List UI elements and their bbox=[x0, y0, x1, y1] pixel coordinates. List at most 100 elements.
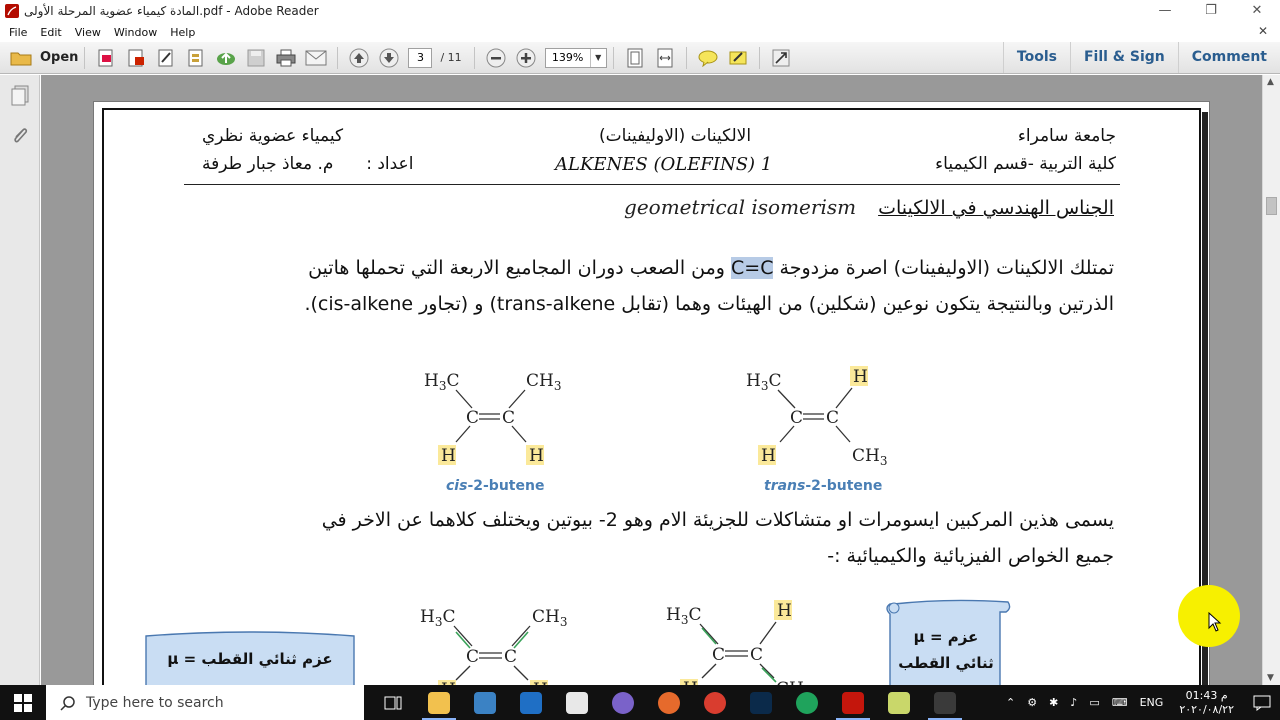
toolbar-right-links: Tools Fill & Sign Comment bbox=[1002, 42, 1280, 73]
paragraph-1-line-1: تمتلك الالكينات (الاوليفينات) اصرة مزدوج… bbox=[234, 250, 1114, 286]
store-icon[interactable] bbox=[462, 685, 508, 720]
zoom-in-icon[interactable] bbox=[514, 47, 538, 69]
previous-page-icon[interactable] bbox=[347, 47, 371, 69]
header-rule bbox=[184, 184, 1120, 185]
svg-text:trans-2-butene: trans-2-butene bbox=[764, 478, 882, 494]
paragraph-2-line-1: يسمى هذين المركبين ايسومرات او متشاكلات … bbox=[321, 509, 1114, 531]
next-page-icon[interactable] bbox=[377, 47, 401, 69]
atom-c-left: C bbox=[466, 408, 479, 428]
edit-pdf-icon[interactable] bbox=[154, 47, 178, 69]
pdf-page: كيمياء عضوية نظري اعداد : م. معاذ جبار ط… bbox=[94, 102, 1209, 685]
close-document-icon[interactable]: ✕ bbox=[1258, 24, 1268, 38]
header-author: اعداد : م. معاذ جبار طرفة bbox=[202, 154, 413, 174]
tools-link[interactable]: Tools bbox=[1002, 42, 1070, 73]
title-bar: المادة كيمياء عضوية المرحلة الأولى.pdf -… bbox=[0, 0, 1280, 22]
atom-c-right: C bbox=[504, 647, 517, 667]
restore-button[interactable]: ❐ bbox=[1188, 0, 1234, 22]
zoom-value: 139% bbox=[551, 51, 584, 64]
battery-icon[interactable]: ▭ bbox=[1089, 696, 1099, 709]
volume-icon[interactable]: ♪ bbox=[1070, 696, 1077, 709]
system-tray: ⌃ ⚙ ✱ ♪ ▭ ⌨ ENG 01:43 م ٢٠٢٠/٠٨/٢٢ bbox=[1000, 685, 1280, 720]
clock-time: 01:43 م bbox=[1185, 688, 1228, 702]
security-icon[interactable] bbox=[554, 685, 600, 720]
open-button[interactable]: Open bbox=[10, 50, 78, 66]
notes-icon[interactable] bbox=[876, 685, 922, 720]
vertical-scrollbar[interactable]: ▲ ▼ bbox=[1262, 75, 1280, 685]
page-total: / 11 bbox=[440, 51, 462, 64]
mail-icon[interactable] bbox=[508, 685, 554, 720]
atom-h3c: H3C bbox=[420, 607, 455, 629]
header-university: جامعة سامراء bbox=[1017, 126, 1116, 146]
chevron-up-icon[interactable]: ⌃ bbox=[1006, 696, 1015, 709]
atom-c-right: C bbox=[826, 408, 839, 428]
document-viewport[interactable]: كيمياء عضوية نظري اعداد : م. معاذ جبار ط… bbox=[41, 75, 1262, 685]
toolbar-separator bbox=[612, 46, 614, 69]
bluetooth-icon[interactable]: ✱ bbox=[1049, 696, 1058, 709]
chrome-icon[interactable] bbox=[692, 685, 738, 720]
zoom-out-icon[interactable] bbox=[484, 47, 508, 69]
paragraph-2: يسمى هذين المركبين ايسومرات او متشاكلات … bbox=[234, 502, 1114, 574]
email-icon[interactable] bbox=[304, 47, 328, 69]
menu-window[interactable]: Window bbox=[114, 26, 157, 39]
language-indicator[interactable]: ENG bbox=[1140, 696, 1164, 709]
close-button[interactable]: ✕ bbox=[1234, 0, 1280, 22]
zoom-select[interactable]: 139% ▼ bbox=[544, 47, 607, 68]
save-icon[interactable] bbox=[244, 47, 268, 69]
export-pdf-icon[interactable] bbox=[124, 47, 148, 69]
menu-help[interactable]: Help bbox=[170, 26, 195, 39]
dipole-moment-banner-left: عزم ثنائي القطب = μ bbox=[145, 631, 355, 685]
folder-icon bbox=[10, 52, 32, 65]
toolbar-separator bbox=[473, 46, 475, 69]
atom-h-bottom: H bbox=[761, 446, 776, 466]
toolbar-separator bbox=[337, 46, 339, 69]
scroll-up-icon[interactable]: ▲ bbox=[1267, 77, 1274, 87]
page-thumbnails-icon[interactable] bbox=[10, 85, 30, 107]
chevron-down-icon[interactable]: ▼ bbox=[589, 48, 606, 67]
menu-bar: File Edit View Window Help ✕ bbox=[0, 22, 1280, 42]
attachments-icon[interactable] bbox=[10, 125, 30, 147]
fit-width-icon[interactable] bbox=[653, 47, 677, 69]
keyboard-icon[interactable]: ⌨ bbox=[1112, 696, 1128, 709]
open-label: Open bbox=[40, 50, 79, 65]
task-view-icon[interactable] bbox=[370, 685, 416, 720]
start-button[interactable] bbox=[0, 685, 46, 720]
expand-icon[interactable] bbox=[769, 47, 793, 69]
network-icon[interactable]: ⚙ bbox=[1027, 696, 1037, 709]
print-icon[interactable] bbox=[274, 47, 298, 69]
paragraph-2-line-2: جميع الخواص الفيزيائية والكيميائية :- bbox=[827, 545, 1114, 567]
atom-h: H bbox=[777, 601, 792, 621]
highlight-icon[interactable] bbox=[726, 47, 750, 69]
combine-icon[interactable] bbox=[184, 47, 208, 69]
cloud-upload-icon[interactable] bbox=[214, 47, 238, 69]
section-heading: geometrical isomerism الجناس الهندسي في … bbox=[624, 195, 1114, 219]
file-explorer-icon[interactable] bbox=[416, 685, 462, 720]
atom-c-right: C bbox=[502, 408, 515, 428]
toolbar-separator bbox=[758, 46, 760, 69]
recorder-icon[interactable] bbox=[922, 685, 968, 720]
adobe-reader-taskbar-icon[interactable] bbox=[830, 685, 876, 720]
atom-ch3: CH3 bbox=[532, 607, 567, 629]
search-icon bbox=[60, 695, 75, 711]
sticky-note-icon[interactable] bbox=[696, 47, 720, 69]
notifications-icon[interactable] bbox=[1244, 685, 1280, 720]
page-number-input[interactable]: 3 bbox=[408, 47, 433, 68]
fill-sign-link[interactable]: Fill & Sign bbox=[1069, 42, 1178, 73]
fit-page-icon[interactable] bbox=[623, 47, 647, 69]
menu-view[interactable]: View bbox=[75, 26, 101, 39]
scrollbar-thumb[interactable] bbox=[1266, 197, 1277, 215]
photoshop-icon[interactable] bbox=[738, 685, 784, 720]
menu-edit[interactable]: Edit bbox=[40, 26, 61, 39]
menu-file[interactable]: File bbox=[9, 26, 27, 39]
minimize-button[interactable]: — bbox=[1142, 0, 1188, 22]
trans-2-butene-structure: H3C H C C H CH3 bbox=[746, 366, 887, 468]
app-launcher-icon[interactable] bbox=[600, 685, 646, 720]
firefox-icon[interactable] bbox=[646, 685, 692, 720]
scroll-down-icon[interactable]: ▼ bbox=[1267, 673, 1274, 683]
header-college: كلية التربية -قسم الكيمياء bbox=[935, 154, 1116, 174]
create-pdf-icon[interactable] bbox=[94, 47, 118, 69]
section-title-en: geometrical isomerism bbox=[624, 195, 857, 219]
comment-link[interactable]: Comment bbox=[1177, 42, 1280, 73]
taskbar-search[interactable]: Type here to search bbox=[46, 685, 364, 720]
camtasia-icon[interactable] bbox=[784, 685, 830, 720]
clock[interactable]: 01:43 م ٢٠٢٠/٠٨/٢٢ bbox=[1179, 689, 1234, 717]
